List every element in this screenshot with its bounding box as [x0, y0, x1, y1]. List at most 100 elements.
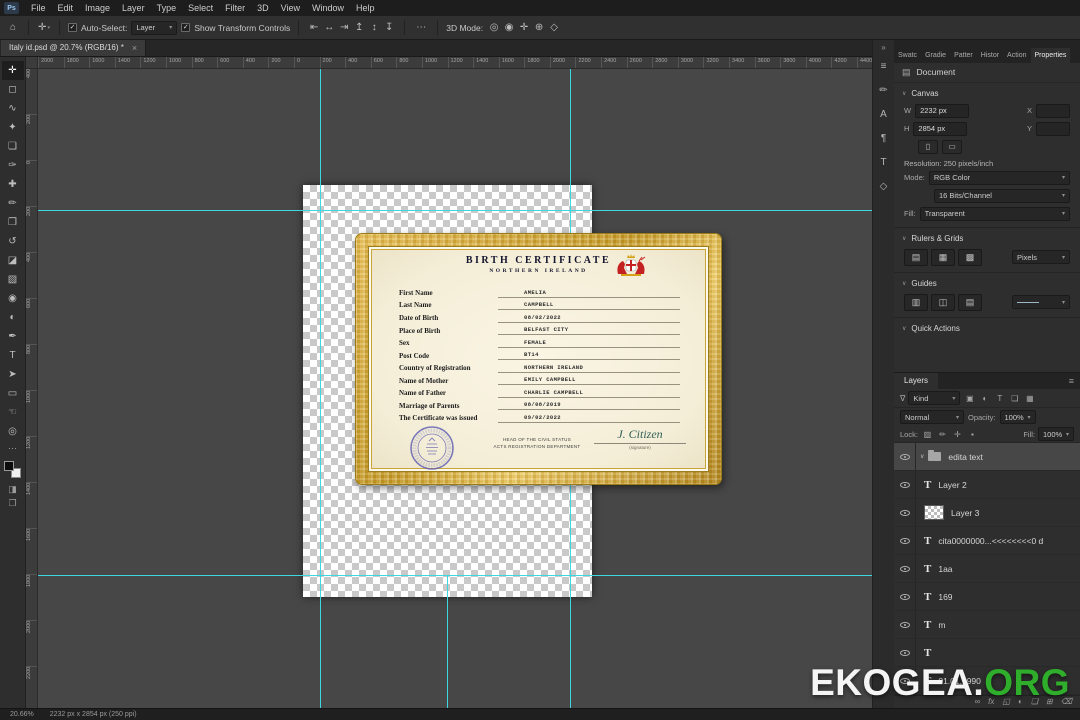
- align-center-h-icon[interactable]: ↔: [322, 20, 336, 36]
- rulers-grids-section-header[interactable]: Rulers & Grids: [894, 231, 1080, 247]
- visibility-toggle[interactable]: [894, 555, 916, 582]
- quick-actions-section-header[interactable]: Quick Actions: [894, 321, 1080, 337]
- tab-layers[interactable]: Layers: [894, 373, 939, 389]
- menu-item[interactable]: 3D: [251, 0, 275, 16]
- more-options-icon[interactable]: ⋯: [413, 22, 429, 33]
- canvas-height-field[interactable]: 2854 px: [913, 121, 968, 136]
- hand-tool-icon[interactable]: ☜: [2, 403, 24, 422]
- canvas-fill-dropdown[interactable]: Transparent: [919, 206, 1070, 221]
- align-center-v-icon[interactable]: ↕: [367, 20, 381, 36]
- guide-horizontal-bottom[interactable]: [38, 575, 872, 576]
- visibility-toggle[interactable]: [894, 499, 916, 526]
- guide-vertical-left[interactable]: [320, 69, 321, 708]
- zoom-tool-icon[interactable]: ◎: [2, 422, 24, 441]
- landscape-orientation-button[interactable]: ▭: [942, 139, 962, 154]
- align-top-icon[interactable]: ↥: [352, 20, 366, 36]
- zoom-level[interactable]: 20.66%: [10, 711, 34, 718]
- show-transform-checkbox[interactable]: [181, 23, 191, 32]
- visibility-toggle[interactable]: [894, 527, 916, 554]
- panel-brush-settings-icon[interactable]: ✏: [873, 78, 895, 102]
- guides-section-header[interactable]: Guides: [894, 276, 1080, 292]
- color-swatches[interactable]: [4, 461, 21, 478]
- panel-tab[interactable]: Histor: [977, 48, 1003, 63]
- current-tool-icon[interactable]: ✛: [37, 20, 51, 36]
- layer-row[interactable]: m: [894, 611, 1080, 639]
- layer-row[interactable]: edita text: [894, 443, 1080, 471]
- 3d-roll-icon[interactable]: ◉: [502, 20, 516, 36]
- auto-select-checkbox[interactable]: [68, 23, 77, 32]
- type-tool-icon[interactable]: T: [2, 346, 24, 365]
- fill-dropdown[interactable]: 100%: [1038, 427, 1074, 441]
- menu-item[interactable]: Image: [79, 0, 116, 16]
- marquee-tool-icon[interactable]: ◻: [2, 80, 24, 99]
- blur-tool-icon[interactable]: ◉: [2, 289, 24, 308]
- magic-wand-tool-icon[interactable]: ✦: [2, 118, 24, 137]
- lock-position-icon[interactable]: ✛: [951, 428, 964, 441]
- move-tool-icon[interactable]: ✛: [1, 61, 24, 80]
- filter-funnel-icon[interactable]: ∇: [900, 394, 905, 403]
- canvas-width-field[interactable]: 2232 px: [915, 103, 970, 118]
- canvas-y-field[interactable]: [1036, 121, 1070, 136]
- layer-row[interactable]: cita0000000...<<<<<<<<0 d: [894, 527, 1080, 555]
- menu-item[interactable]: Filter: [219, 0, 251, 16]
- home-icon[interactable]: ⌂: [6, 20, 20, 36]
- history-brush-tool-icon[interactable]: ↺: [2, 232, 24, 251]
- brush-tool-icon[interactable]: ✏: [2, 194, 24, 213]
- clone-stamp-tool-icon[interactable]: ❒: [2, 213, 24, 232]
- guide-layout-icon[interactable]: ◫: [931, 293, 955, 311]
- path-select-tool-icon[interactable]: ➤: [2, 365, 24, 384]
- panel-libraries-icon[interactable]: ◇: [873, 174, 895, 198]
- portrait-orientation-button[interactable]: ▯: [918, 139, 938, 154]
- align-left-icon[interactable]: ⇤: [307, 20, 321, 36]
- panel-tab[interactable]: Patter: [950, 48, 977, 63]
- menu-item[interactable]: Layer: [116, 0, 151, 16]
- 3d-drag-icon[interactable]: ✛: [517, 20, 531, 36]
- opacity-dropdown[interactable]: 100%: [999, 410, 1036, 424]
- menu-item[interactable]: Help: [350, 0, 381, 16]
- filter-type-icon[interactable]: T: [993, 392, 1006, 405]
- panel-tab[interactable]: Gradie: [921, 48, 950, 63]
- panel-history-icon[interactable]: ≡: [873, 54, 895, 78]
- 3d-rotate-icon[interactable]: ◎: [487, 20, 501, 36]
- eraser-tool-icon[interactable]: ◪: [2, 251, 24, 270]
- units-dropdown[interactable]: Pixels: [1012, 250, 1070, 265]
- crop-tool-icon[interactable]: ❏: [2, 137, 24, 156]
- guide-vertical-center[interactable]: [447, 575, 448, 708]
- align-bottom-icon[interactable]: ↧: [382, 20, 396, 36]
- new-guide-icon[interactable]: ▥: [904, 293, 928, 311]
- lasso-tool-icon[interactable]: ∿: [2, 99, 24, 118]
- menu-item[interactable]: Select: [182, 0, 219, 16]
- filter-kind-dropdown[interactable]: Kind: [908, 391, 961, 405]
- panel-tab[interactable]: Properties: [1030, 47, 1071, 63]
- visibility-toggle[interactable]: [894, 611, 916, 638]
- menu-item[interactable]: Edit: [52, 0, 80, 16]
- expand-panels-icon[interactable]: »: [881, 40, 885, 54]
- shape-tool-icon[interactable]: ▭: [2, 384, 24, 403]
- horizontal-ruler[interactable]: 2000 1800 1600 1400 1200 1000 800 600 400 200 0 200…: [38, 57, 872, 69]
- edit-toolbar-icon[interactable]: ⋯: [2, 441, 24, 455]
- canvas-area[interactable]: 2000 1800 1600 1400 1200 1000 800 600 400 200 0 200…: [26, 57, 872, 708]
- pen-tool-icon[interactable]: ✒: [2, 327, 24, 346]
- layer-row[interactable]: Layer 2: [894, 471, 1080, 499]
- canvas-section-header[interactable]: Canvas: [894, 86, 1080, 102]
- menu-item[interactable]: Type: [151, 0, 183, 16]
- birth-certificate-image[interactable]: BIRTH CERTIFICATE NORTHERN IRELAND First…: [355, 233, 722, 485]
- guide-style-dropdown[interactable]: [1012, 295, 1070, 310]
- panel-menu-icon[interactable]: ≡: [1069, 376, 1080, 386]
- vertical-ruler[interactable]: 400 200 0 200 400 600 800 1000 1200 1400 1600 1800 2…: [26, 69, 38, 708]
- layer-row[interactable]: 1aa: [894, 555, 1080, 583]
- visibility-toggle[interactable]: [894, 583, 916, 610]
- panel-character-icon[interactable]: A: [873, 102, 895, 126]
- visibility-toggle[interactable]: [894, 443, 916, 470]
- panel-tab[interactable]: Swatc: [894, 48, 921, 63]
- bit-depth-dropdown[interactable]: 16 Bits/Channel: [934, 188, 1070, 203]
- menu-item[interactable]: Window: [306, 0, 350, 16]
- panel-tab[interactable]: Action: [1003, 48, 1030, 63]
- lock-all-icon[interactable]: ▪: [966, 428, 979, 441]
- menu-item[interactable]: File: [25, 0, 52, 16]
- layer-row[interactable]: Layer 3: [894, 499, 1080, 527]
- toggle-rulers-icon[interactable]: ▤: [904, 248, 928, 266]
- eyedropper-tool-icon[interactable]: ✑: [2, 156, 24, 175]
- guide-horizontal-top[interactable]: [38, 210, 872, 211]
- blend-mode-dropdown[interactable]: Normal: [900, 410, 964, 424]
